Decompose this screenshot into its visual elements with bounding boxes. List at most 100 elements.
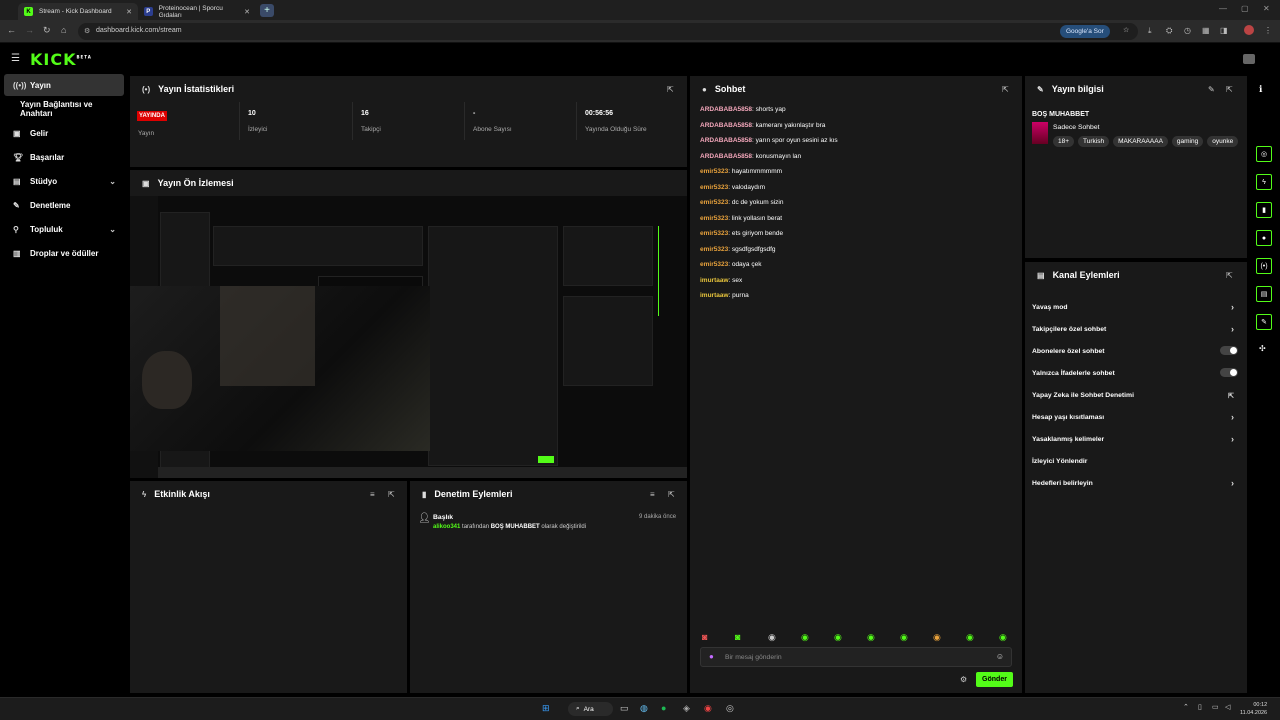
emote-icon[interactable]: ◉ <box>900 632 908 643</box>
toggle-switch[interactable] <box>1220 346 1238 355</box>
chat-username[interactable]: ARDABABA5858 <box>700 153 752 160</box>
sidepanel-icon[interactable]: ◨ <box>1220 26 1228 35</box>
rail-wrench-button[interactable]: ✎ <box>1256 314 1272 330</box>
channel-action-item[interactable]: Yalnızca İfadelerle sohbet <box>1032 368 1238 377</box>
steam-icon[interactable]: ◍ <box>640 703 648 714</box>
tab-proteinocean[interactable]: P Proteinocean | Sporcu Gıdaları ✕ <box>138 3 256 20</box>
chevron-right-icon[interactable]: › <box>1231 324 1234 334</box>
sidebar-item-denetleme[interactable]: ✎ Denetleme <box>4 194 124 216</box>
channel-action-item[interactable]: İzleyici Yönlendir <box>1032 458 1238 465</box>
chevron-right-icon[interactable]: › <box>1231 478 1234 488</box>
sidebar-item-yayin[interactable]: ((•)) Yayın <box>4 74 124 96</box>
chat-username[interactable]: ARDABABA5858 <box>700 106 752 113</box>
emote-icon[interactable]: ◙ <box>735 632 740 642</box>
rail-lightning-button[interactable]: ϟ <box>1256 174 1272 190</box>
popout-icon[interactable]: ⇱ <box>1002 85 1009 94</box>
channel-action-item[interactable]: Takipçilere özel sohbet › <box>1032 324 1238 334</box>
rail-broadcast-button[interactable]: (•) <box>1256 258 1272 274</box>
profile-avatar[interactable] <box>1244 25 1254 35</box>
toggle-switch[interactable] <box>1220 368 1238 377</box>
emote-icon[interactable]: ◉ <box>768 632 776 643</box>
filter-icon[interactable]: ≡ <box>370 490 375 499</box>
kick-logo[interactable]: KICKBETA <box>30 50 92 69</box>
emote-icon[interactable]: ◉ <box>933 632 941 643</box>
sidebar-item-stream-key[interactable]: Yayın Bağlantısı ve Anahtarı <box>4 98 124 120</box>
chrome-icon[interactable]: ◉ <box>704 703 712 714</box>
address-bar[interactable]: ⚙ dashboard.kick.com/stream Google'a Sor… <box>78 23 1138 40</box>
volume-icon[interactable]: ◁ <box>1225 703 1230 711</box>
history-icon[interactable]: ◷ <box>1184 26 1191 35</box>
popout-icon[interactable]: ⇱ <box>668 490 675 499</box>
external-link-icon[interactable]: ⇱ <box>1228 392 1234 400</box>
sidebar-item-droplar[interactable]: ▥ Droplar ve ödüller <box>4 242 124 264</box>
network-icon[interactable]: ▭ <box>1212 703 1219 711</box>
sidebar-item-topluluk[interactable]: ⚲ Topluluk ⌄ <box>4 218 124 240</box>
popout-icon[interactable]: ⇱ <box>667 85 674 94</box>
popout-icon[interactable]: ⇱ <box>388 490 395 499</box>
user-avatar[interactable] <box>1243 54 1255 64</box>
minimize-icon[interactable]: — <box>1219 4 1227 13</box>
moderation-user[interactable]: alikoo341 <box>433 524 460 530</box>
back-icon[interactable]: ← <box>7 25 16 35</box>
chevron-right-icon[interactable]: › <box>1231 412 1234 422</box>
taskbar-search[interactable]: ⌕ Ara <box>568 702 613 716</box>
edit-icon[interactable]: ✎ <box>1208 85 1215 94</box>
rail-chat-button[interactable]: ● <box>1256 230 1272 246</box>
maximize-icon[interactable]: ▢ <box>1241 4 1249 13</box>
rail-clipboard-button[interactable]: ▮ <box>1256 202 1272 218</box>
channel-action-item[interactable]: Hesap yaşı kısıtlaması › <box>1032 412 1238 422</box>
window-close-icon[interactable]: ✕ <box>1263 4 1270 13</box>
popout-icon[interactable]: ⇱ <box>1226 85 1233 94</box>
site-info-icon[interactable]: ⚙ <box>84 27 90 35</box>
close-icon[interactable]: ✕ <box>126 8 132 16</box>
chat-username[interactable]: emir5323 <box>700 184 728 191</box>
bookmark-star-icon[interactable]: ☆ <box>1123 26 1129 34</box>
chat-settings-icon[interactable]: ⚙ <box>960 675 967 684</box>
sidebar-item-basarilar[interactable]: 🏆︎ Başarılar <box>4 146 124 168</box>
windows-start-icon[interactable]: ⊞ <box>542 703 550 714</box>
emote-icon[interactable]: ◉ <box>966 632 974 643</box>
system-clock[interactable]: 00:12 11.04.2026 <box>1240 701 1267 717</box>
channel-action-item[interactable]: Yapay Zeka ile Sohbet Denetimi ⇱ <box>1032 392 1238 400</box>
chat-username[interactable]: emir5323 <box>700 230 728 237</box>
emote-icon[interactable]: ◉ <box>801 632 809 643</box>
filter-icon[interactable]: ≡ <box>650 490 655 499</box>
hamburger-menu-icon[interactable]: ☰ <box>11 53 20 64</box>
download-icon[interactable]: ⤓ <box>1148 26 1152 36</box>
google-ask-button[interactable]: Google'a Sor <box>1060 25 1110 38</box>
tray-chevron-icon[interactable]: ⌃ <box>1183 703 1189 711</box>
chevron-right-icon[interactable]: › <box>1231 434 1234 444</box>
sidebar-item-gelir[interactable]: ▣ Gelir <box>4 122 124 144</box>
chat-username[interactable]: imurtaaw <box>700 292 729 299</box>
chat-username[interactable]: emir5323 <box>700 199 728 206</box>
channel-action-item[interactable]: Yavaş mod › <box>1032 302 1238 312</box>
emote-icon[interactable]: ◉ <box>867 632 875 643</box>
emote-icon[interactable]: ◉ <box>834 632 842 643</box>
info-icon[interactable]: ℹ <box>1259 84 1262 95</box>
tab-stream-dashboard[interactable]: K Stream - Kick Dashboard ✕ <box>18 3 138 20</box>
app-icon[interactable]: ◈ <box>683 703 690 714</box>
chat-username[interactable]: ARDABABA5858 <box>700 137 752 144</box>
chat-username[interactable]: imurtaaw <box>700 277 729 284</box>
emote-icon[interactable]: ◉ <box>999 632 1007 643</box>
channel-action-item[interactable]: Abonelere özel sohbet <box>1032 346 1238 355</box>
extension-icon[interactable]: ⛭ <box>1166 26 1172 36</box>
chat-username[interactable]: emir5323 <box>700 261 728 268</box>
stream-preview-video[interactable] <box>130 196 687 478</box>
grid-icon[interactable]: ▦ <box>1202 26 1210 35</box>
emote-icon[interactable]: ◙ <box>702 632 707 642</box>
emoji-icon[interactable]: ☺ <box>996 652 1004 661</box>
reload-icon[interactable]: ↻ <box>43 25 51 36</box>
channel-action-item[interactable]: Yasaklanmış kelimeler › <box>1032 434 1238 444</box>
rail-camera-button[interactable]: ◎ <box>1256 146 1272 162</box>
chat-message-input[interactable]: ● Bir mesaj gönderin ☺ <box>700 647 1012 667</box>
channel-action-item[interactable]: Hedefleri belirleyin › <box>1032 478 1238 488</box>
send-button[interactable]: Gönder <box>976 672 1013 687</box>
spotify-icon[interactable]: ● <box>661 703 666 713</box>
forward-icon[interactable]: → <box>25 25 34 35</box>
close-icon[interactable]: ✕ <box>244 8 250 16</box>
rail-channel-button[interactable]: ▤ <box>1256 286 1272 302</box>
chat-username[interactable]: ARDABABA5858 <box>700 122 752 129</box>
popout-icon[interactable]: ⇱ <box>1226 271 1233 280</box>
stream-category[interactable]: Sadece Sohbet <box>1053 124 1099 131</box>
